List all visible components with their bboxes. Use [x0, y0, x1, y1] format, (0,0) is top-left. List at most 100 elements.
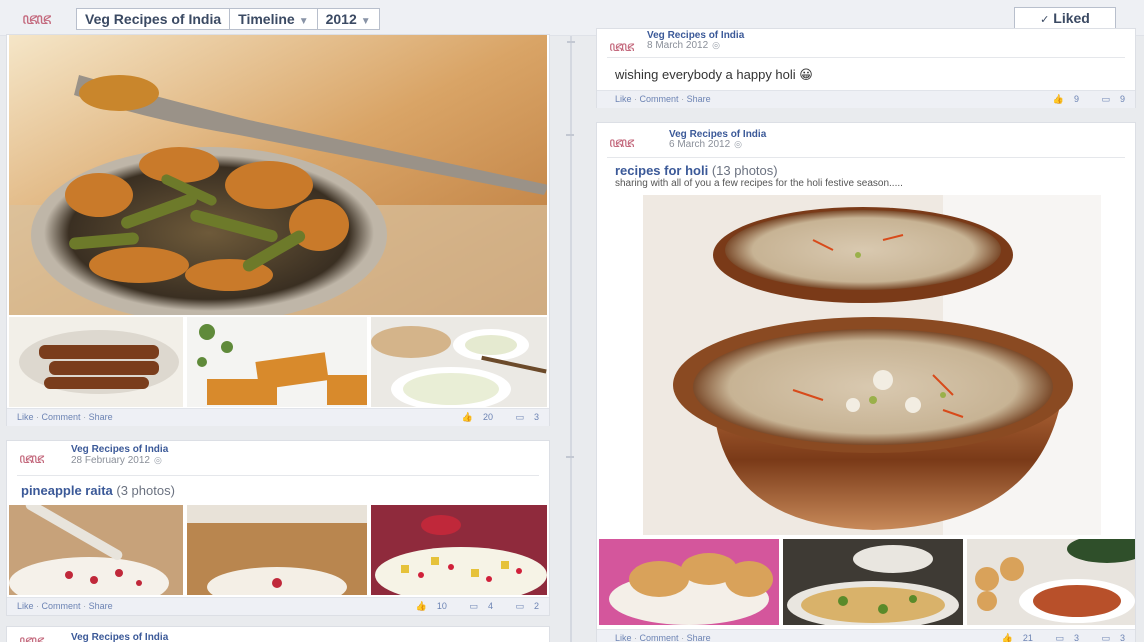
comment-icon: ▭	[1101, 633, 1110, 642]
liked-button[interactable]: ✓ Liked	[1014, 7, 1116, 29]
post-action-bar: Like · Comment · Share 👍 9 ▭ 9	[597, 90, 1135, 108]
photo-count: (3 photos)	[116, 483, 175, 498]
post-card: ꦗꦗ Veg Recipes of India 28 February 2012…	[6, 440, 550, 616]
post-photo-thumb[interactable]	[9, 505, 183, 595]
comment-link[interactable]: Comment	[640, 633, 679, 642]
album-link[interactable]: recipes for holi	[615, 163, 708, 178]
post-date[interactable]: 8 March 2012 ◎	[647, 40, 720, 51]
post-card: ꦗꦗ Veg Recipes of India 8 March 2012 ◎ wi…	[596, 28, 1136, 108]
share-link[interactable]: Share	[687, 633, 711, 642]
thumbs-up-icon: 👍	[1052, 94, 1064, 104]
post-date[interactable]: 6 March 2012 ◎	[669, 139, 742, 150]
post-photo-thumb[interactable]	[783, 539, 963, 625]
post-photo-thumb[interactable]	[371, 317, 547, 407]
likes-count[interactable]: 👍 20	[452, 412, 493, 422]
comment-icon: ▭	[1101, 94, 1110, 104]
globe-icon: ◎	[734, 139, 743, 149]
post-title: pineapple raita (3 photos)	[21, 483, 175, 498]
comments-count[interactable]: ▭ 3	[1091, 633, 1125, 642]
shares-count-value: 4	[487, 601, 493, 611]
post-photo-thumb[interactable]	[599, 539, 779, 625]
post-counts: 👍 10 ▭ 4 ▭ 2	[396, 598, 539, 615]
page-logo[interactable]: ꦗꦗ	[609, 131, 649, 151]
post-photo-main[interactable]	[9, 35, 547, 315]
comments-count-value: 3	[1119, 633, 1125, 642]
post-author[interactable]: Veg Recipes of India	[71, 444, 168, 455]
post-counts: 👍 21 ▭ 3 ▭ 3	[982, 630, 1125, 642]
likes-count[interactable]: 👍 10	[406, 601, 447, 611]
post-photo-thumb[interactable]	[371, 505, 547, 595]
comments-count[interactable]: ▭ 3	[505, 412, 539, 422]
post-action-bar: Like · Comment · Share 👍 20 ▭ 3	[7, 408, 549, 426]
post-header: ꦗꦗ Veg Recipes of India 28 February 2012…	[7, 441, 549, 475]
comments-count[interactable]: ▭ 9	[1091, 94, 1125, 104]
post-photo-thumb[interactable]	[9, 317, 183, 407]
globe-icon: ◎	[153, 455, 162, 465]
post-date-text: 6 March 2012	[669, 139, 731, 150]
shares-count[interactable]: ▭ 4	[459, 601, 493, 611]
post-header: ꦗꦗ Veg Recipes of India 6 March 2012 ◎	[597, 123, 1135, 157]
liked-label: Liked	[1053, 10, 1090, 26]
page-logo[interactable]: ꦗꦗ	[609, 35, 649, 55]
shares-count[interactable]: ▭ 3	[1045, 633, 1079, 642]
shares-count-value: 3	[1073, 633, 1079, 642]
like-link[interactable]: Like	[615, 94, 632, 104]
post-author[interactable]: Veg Recipes of India	[71, 632, 168, 642]
page-name-label: Veg Recipes of India	[85, 11, 222, 27]
likes-count[interactable]: 👍 21	[992, 633, 1033, 642]
comments-count[interactable]: ▭ 2	[505, 601, 539, 611]
comment-link[interactable]: Comment	[640, 94, 679, 104]
likes-count-value: 21	[1022, 633, 1033, 642]
likes-count-value: 9	[1073, 94, 1079, 104]
album-link[interactable]: pineapple raita	[21, 483, 113, 498]
timeline-marker	[567, 41, 575, 43]
comments-count-value: 9	[1119, 94, 1125, 104]
page-logo[interactable]: ꦗꦗ	[19, 629, 59, 642]
thumbs-up-icon: 👍	[1001, 633, 1013, 642]
post-photo-thumb[interactable]	[187, 505, 367, 595]
likes-count-value: 20	[482, 412, 493, 422]
like-link[interactable]: Like	[17, 601, 34, 611]
comments-count-value: 2	[533, 601, 539, 611]
comment-icon: ▭	[515, 601, 524, 611]
timeline-marker	[566, 134, 574, 136]
like-link[interactable]: Like	[615, 633, 632, 642]
likes-count-value: 10	[436, 601, 447, 611]
post-date[interactable]: 28 February 2012 ◎	[71, 455, 162, 466]
post-actions: Like · Comment · Share	[17, 601, 113, 611]
timeline-spine	[570, 36, 572, 642]
chevron-down-icon: ▼	[298, 16, 309, 27]
post-photo-main[interactable]	[643, 195, 1101, 535]
post-card: ꦗꦗ Veg Recipes of India 6 March 2012 ◎ re…	[596, 122, 1136, 642]
post-card: ꦗꦗ Veg Recipes of India	[6, 626, 550, 642]
page-name-button[interactable]: Veg Recipes of India	[76, 8, 231, 30]
share-link[interactable]: Share	[89, 412, 113, 422]
share-link[interactable]: Share	[89, 601, 113, 611]
year-dropdown[interactable]: 2012 ▼	[316, 8, 380, 30]
timeline-dropdown[interactable]: Timeline ▼	[229, 8, 318, 30]
breadcrumb: Veg Recipes of India Timeline ▼ 2012 ▼	[76, 8, 380, 30]
divider	[607, 57, 1125, 58]
post-actions: Like · Comment · Share	[615, 633, 711, 642]
page-logo[interactable]: ꦗꦗ	[19, 447, 59, 467]
timeline-label: Timeline	[238, 11, 295, 27]
post-date-text: 8 March 2012	[647, 40, 709, 51]
post-counts: 👍 20 ▭ 3	[442, 409, 539, 426]
comment-icon: ▭	[515, 412, 524, 422]
comment-link[interactable]: Comment	[42, 412, 81, 422]
thumbs-up-icon: 👍	[415, 601, 427, 611]
share-icon: ▭	[469, 601, 478, 611]
comment-link[interactable]: Comment	[42, 601, 81, 611]
page-logo[interactable]: ꦗꦗ	[22, 9, 64, 29]
post-description: sharing with all of you a few recipes fo…	[615, 178, 903, 189]
post-photo-thumb[interactable]	[967, 539, 1135, 625]
share-link[interactable]: Share	[687, 94, 711, 104]
year-label: 2012	[325, 11, 357, 27]
divider	[17, 475, 539, 476]
likes-count[interactable]: 👍 9	[1043, 94, 1079, 104]
post-photo-thumb[interactable]	[187, 317, 367, 407]
post-card: Like · Comment · Share 👍 20 ▭ 3	[6, 34, 550, 426]
like-link[interactable]: Like	[17, 412, 34, 422]
post-counts: 👍 9 ▭ 9	[1033, 91, 1125, 108]
thumbs-up-icon: 👍	[461, 412, 473, 422]
